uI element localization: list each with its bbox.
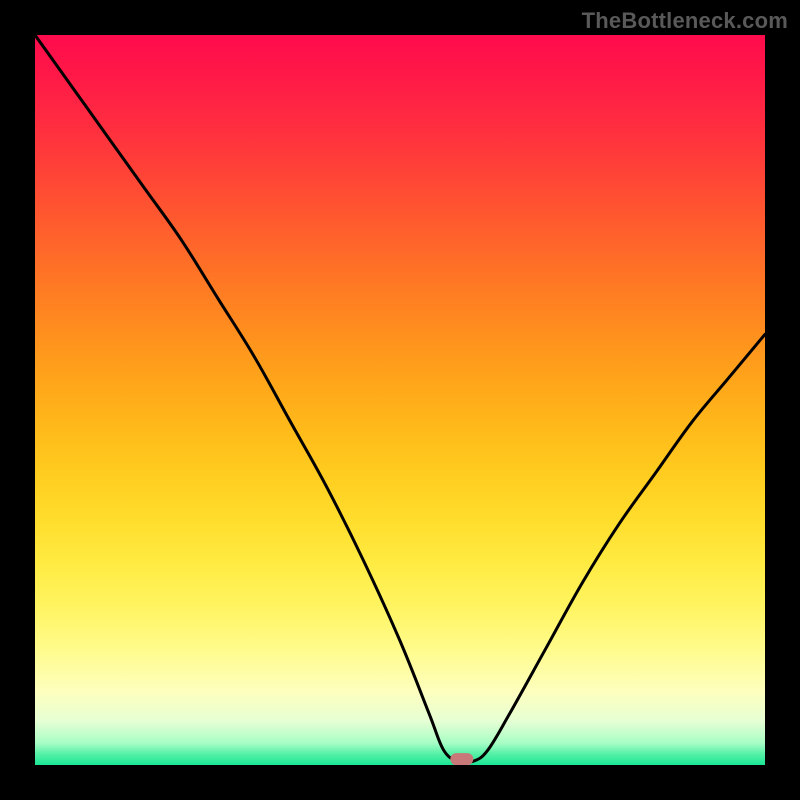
plot-area <box>35 35 765 765</box>
watermark-text: TheBottleneck.com <box>582 8 788 34</box>
bottleneck-curve-svg <box>35 35 765 765</box>
chart-container: How many FPS will I get? TheBottleneck.c… <box>0 0 800 800</box>
gradient-background <box>35 35 765 765</box>
